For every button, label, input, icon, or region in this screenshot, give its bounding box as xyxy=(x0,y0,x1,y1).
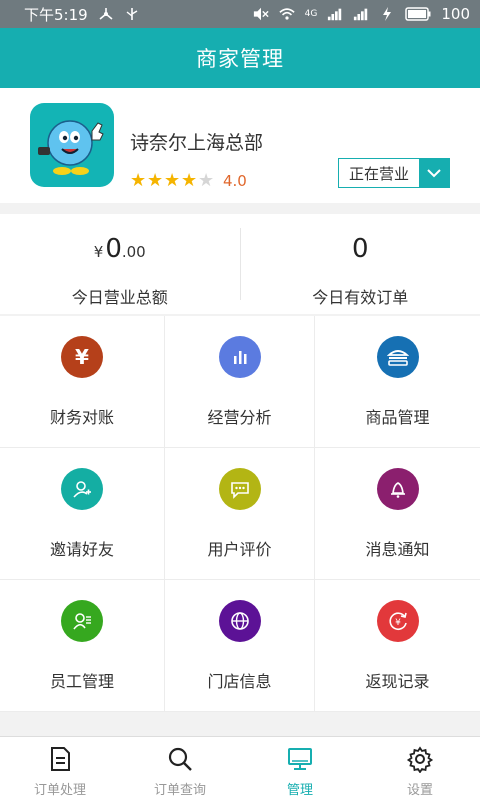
grid-item-analysis[interactable]: 经营分析 xyxy=(165,316,315,448)
tab-label: 订单查询 xyxy=(153,783,206,798)
bottom-tab-bar: 订单处理 订单查询 管理 设置 xyxy=(0,736,480,800)
staff-icon xyxy=(61,600,103,642)
grid-item-label: 用户评价 xyxy=(207,540,272,559)
today-orders[interactable]: 0 今日有效订单 xyxy=(239,228,480,307)
grid-item-label: 返现记录 xyxy=(365,672,430,691)
function-grid: ¥ 财务对账 经营分析 商品管理 邀请好友 用户评价 消息通知 员工管理 门店信… xyxy=(0,316,480,712)
tab-order-search[interactable]: 订单查询 xyxy=(120,737,240,800)
chat-icon xyxy=(218,468,261,510)
tab-label: 管理 xyxy=(286,783,313,798)
status-time: 下午5:19 xyxy=(24,5,88,24)
grid-item-label: 商品管理 xyxy=(365,408,430,427)
app-header: 商家管理 xyxy=(0,28,480,88)
battery-icon xyxy=(405,7,431,21)
globe-icon xyxy=(218,600,261,642)
today-stats: ¥0.00 今日营业总额 0 今日有效订单 xyxy=(0,214,480,314)
usb-icon xyxy=(126,8,138,20)
tab-settings[interactable]: 设置 xyxy=(360,737,480,800)
usb-share-icon xyxy=(99,8,113,20)
grid-item-cashback[interactable]: ¥ 返现记录 xyxy=(315,580,480,712)
grid-item-label: 邀请好友 xyxy=(49,540,114,559)
star-icon: ★ xyxy=(147,170,164,191)
grid-item-reviews[interactable]: 用户评价 xyxy=(165,448,315,580)
mute-icon xyxy=(253,7,269,21)
store-logo xyxy=(30,103,114,187)
grid-item-products[interactable]: 商品管理 xyxy=(315,316,480,448)
gear-icon xyxy=(406,746,434,773)
revenue-value: ¥0.00 xyxy=(0,234,240,266)
tab-label: 订单处理 xyxy=(33,783,86,798)
orders-value: 0 xyxy=(351,234,369,264)
monitor-icon xyxy=(288,748,312,770)
star-icon: ★ xyxy=(181,170,198,191)
signal-icon xyxy=(328,8,342,21)
store-name: 诗奈尔上海总部 xyxy=(130,132,264,154)
search-icon xyxy=(168,747,192,771)
grid-item-label: 财务对账 xyxy=(49,408,114,427)
svg-text:¥: ¥ xyxy=(395,618,401,628)
network-type-label: 4G xyxy=(304,9,318,19)
grid-item-store-info[interactable]: 门店信息 xyxy=(165,580,315,712)
revenue-label: 今日营业总额 xyxy=(71,288,168,307)
cashback-icon: ¥ xyxy=(376,600,419,642)
wifi-icon xyxy=(279,8,295,20)
grid-item-label: 员工管理 xyxy=(49,672,114,691)
page-title: 商家管理 xyxy=(196,47,284,71)
bar-chart-icon xyxy=(218,336,261,378)
status-bar: 下午5:19 4G 100 xyxy=(0,0,480,28)
burger-icon xyxy=(376,336,419,378)
chevron-down-icon[interactable] xyxy=(419,159,449,187)
mascot-logo-image xyxy=(38,120,104,175)
tab-label: 设置 xyxy=(406,783,433,798)
yen-icon: ¥ xyxy=(61,336,103,378)
star-icon: ★ xyxy=(164,170,181,191)
store-rating: ★ ★ ★ ★ ★ 4.0 xyxy=(130,170,247,191)
star-icon: ★ xyxy=(130,170,147,191)
battery-level: 100 xyxy=(441,5,470,23)
orders-label: 今日有效订单 xyxy=(312,288,409,307)
business-status-select[interactable]: 正在营业 xyxy=(338,158,450,188)
add-user-icon xyxy=(61,468,103,510)
grid-item-invite[interactable]: 邀请好友 xyxy=(0,448,165,580)
bell-icon xyxy=(376,468,419,510)
tab-order-processing[interactable]: 订单处理 xyxy=(0,737,120,800)
store-card: 诗奈尔上海总部 ★ ★ ★ ★ ★ 4.0 正在营业 xyxy=(0,88,480,203)
tab-management[interactable]: 管理 xyxy=(240,737,360,800)
grid-item-finance[interactable]: ¥ 财务对账 xyxy=(0,316,165,448)
today-revenue[interactable]: ¥0.00 今日营业总额 xyxy=(0,214,240,314)
grid-item-notifications[interactable]: 消息通知 xyxy=(315,448,480,580)
revenue-decimal: .00 xyxy=(121,243,146,261)
revenue-integer: 0 xyxy=(105,234,122,264)
rating-value: 4.0 xyxy=(223,172,247,190)
grid-item-label: 消息通知 xyxy=(365,540,430,559)
grid-item-staff[interactable]: 员工管理 xyxy=(0,580,165,712)
currency-symbol: ¥ xyxy=(93,243,104,261)
business-status-label: 正在营业 xyxy=(348,164,409,183)
grid-item-label: 经营分析 xyxy=(207,408,272,427)
grid-item-label: 门店信息 xyxy=(207,672,272,691)
star-empty-icon: ★ xyxy=(198,170,215,191)
signal-icon-2 xyxy=(354,8,368,21)
document-icon xyxy=(51,747,70,771)
charging-icon xyxy=(383,7,392,21)
